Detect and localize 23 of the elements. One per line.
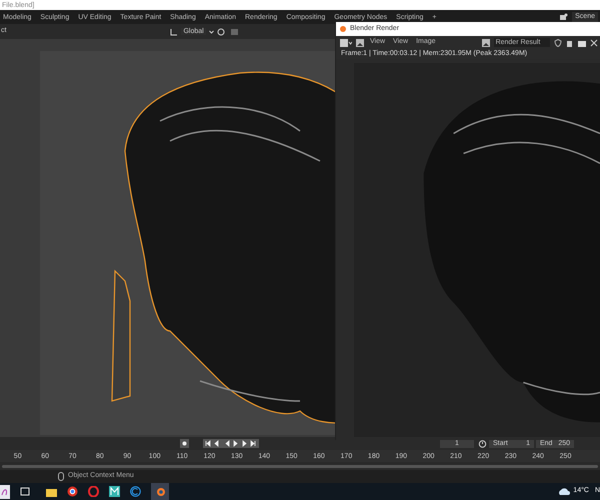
m-tile-icon[interactable] [109, 486, 120, 497]
caret-icon[interactable] [208, 30, 214, 34]
timeline-scrollbar[interactable] [2, 464, 598, 468]
pivot-icon[interactable] [216, 28, 227, 36]
cloud-icon [557, 487, 570, 496]
close-icon[interactable] [590, 38, 598, 46]
record-icon[interactable] [180, 439, 189, 448]
app-icon[interactable] [0, 484, 10, 498]
scene-icon[interactable] [559, 13, 570, 21]
shield-icon[interactable] [554, 38, 562, 46]
image-icon[interactable] [482, 38, 490, 46]
chrome-icon[interactable] [67, 486, 78, 497]
axes-icon[interactable] [170, 28, 178, 36]
opera-icon[interactable] [88, 486, 99, 497]
blender-logo-icon [339, 25, 347, 33]
playback-controls-icon[interactable] [203, 439, 259, 448]
stopwatch-icon[interactable] [478, 439, 487, 448]
image-icon[interactable] [356, 38, 364, 46]
mouse-icon [58, 472, 64, 481]
task-view-icon[interactable] [20, 487, 30, 496]
c-circle-icon[interactable] [130, 486, 141, 497]
blender-icon[interactable] [151, 483, 169, 500]
editor-type-icon[interactable] [340, 38, 352, 46]
